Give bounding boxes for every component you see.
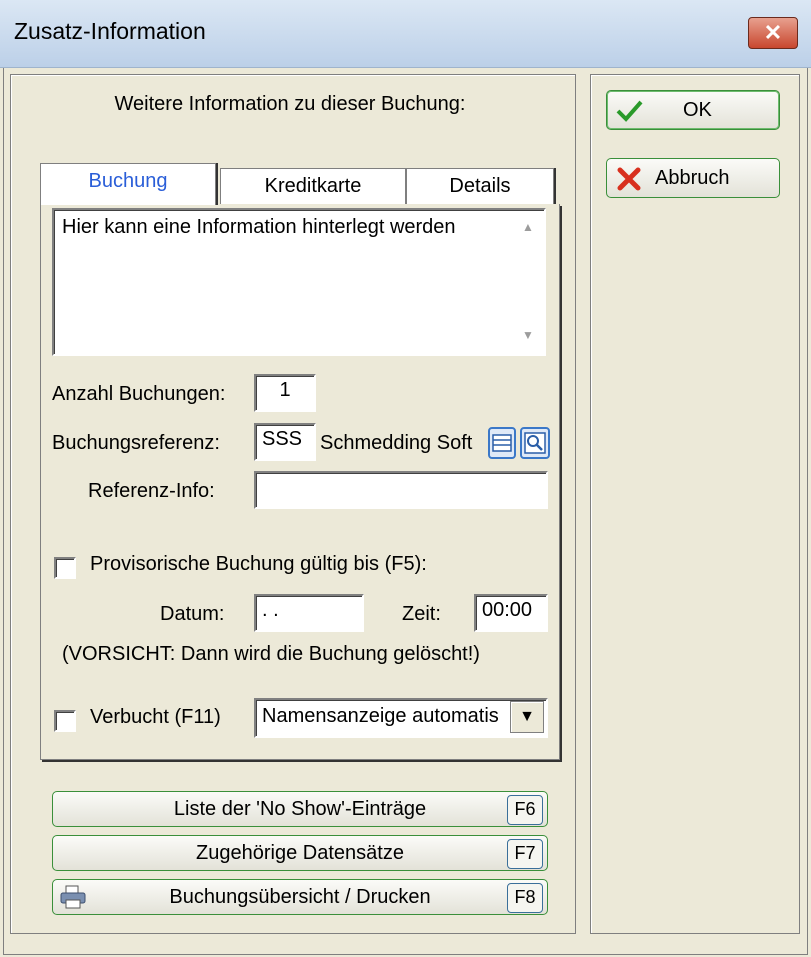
- f7-key-badge: F7: [507, 839, 543, 869]
- tab-details[interactable]: Details: [406, 168, 554, 204]
- header-text: Weitere Information zu dieser Buchung:: [114, 93, 466, 115]
- print-overview-button[interactable]: Buchungsübersicht / Drucken F8: [52, 879, 548, 915]
- zeit-label: Zeit:: [402, 603, 441, 625]
- ok-button[interactable]: OK: [606, 90, 780, 130]
- abbruch-label: Abbruch: [655, 167, 730, 189]
- verbucht-label: Verbucht (F11): [90, 706, 221, 728]
- info-scrollbar[interactable]: ▲ ▼: [514, 212, 542, 352]
- provisorisch-checkbox[interactable]: [54, 557, 76, 579]
- noshow-list-button[interactable]: Liste der 'No Show'-Einträge F6: [52, 791, 548, 827]
- abbruch-button[interactable]: Abbruch: [606, 158, 780, 198]
- ok-label: OK: [683, 99, 712, 121]
- anzahl-field[interactable]: 1: [254, 374, 316, 412]
- referenzinfo-field[interactable]: [254, 471, 548, 509]
- related-records-button[interactable]: Zugehörige Datensätze F7: [52, 835, 548, 871]
- referenzinfo-label: Referenz-Info:: [88, 480, 215, 502]
- printer-icon: [59, 884, 87, 910]
- datum-field[interactable]: . .: [254, 594, 364, 632]
- scroll-up-icon[interactable]: ▲: [514, 220, 542, 234]
- buchungsreferenz-label: Buchungsreferenz:: [52, 432, 220, 454]
- f6-key-badge: F6: [507, 795, 543, 825]
- anzahl-label: Anzahl Buchungen:: [52, 383, 226, 405]
- zeit-field[interactable]: 00:00: [474, 594, 548, 632]
- checkmark-icon: [615, 97, 643, 125]
- scroll-down-icon[interactable]: ▼: [514, 328, 542, 342]
- tab-kreditkarte[interactable]: Kreditkarte: [220, 168, 406, 204]
- print-overview-label: Buchungsübersicht / Drucken: [169, 886, 431, 908]
- search-icon[interactable]: [520, 427, 550, 459]
- noshow-list-label: Liste der 'No Show'-Einträge: [173, 798, 427, 820]
- right-panel: [590, 74, 800, 934]
- buchungsreferenz-field[interactable]: SSS: [254, 423, 316, 461]
- warning-text: (VORSICHT: Dann wird die Buchung gelösch…: [62, 643, 480, 665]
- cancel-x-icon: [615, 165, 643, 193]
- related-records-label: Zugehörige Datensätze: [196, 842, 404, 864]
- verbucht-checkbox[interactable]: [54, 710, 76, 732]
- f8-key-badge: F8: [507, 883, 543, 913]
- datum-label: Datum:: [160, 603, 225, 625]
- tab-buchung[interactable]: Buchung: [40, 163, 216, 205]
- provisorisch-label: Provisorische Buchung gültig bis (F5):: [90, 553, 427, 575]
- namensanzeige-select[interactable]: Namensanzeige automatis: [254, 698, 548, 738]
- close-button[interactable]: ✕: [748, 17, 798, 49]
- list-icon[interactable]: [488, 427, 516, 459]
- buchungsreferenz-name: Schmedding Soft: [320, 432, 473, 454]
- window-title: Zusatz-Information: [14, 18, 206, 44]
- dropdown-arrow-icon[interactable]: ▼: [510, 701, 544, 733]
- info-textarea[interactable]: Hier kann eine Information hinterlegt we…: [52, 208, 546, 356]
